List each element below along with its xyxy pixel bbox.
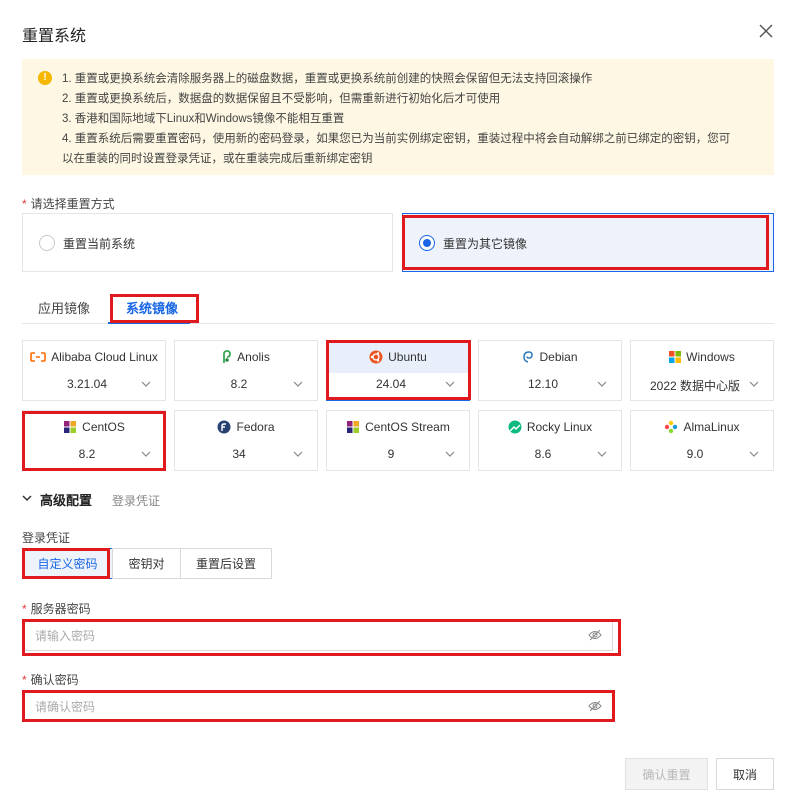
centos-icon — [64, 421, 77, 433]
rocky-linux-icon — [508, 420, 522, 434]
image-name: Windows — [686, 350, 735, 364]
image-name: Debian — [539, 350, 578, 364]
image-name: CentOS Stream — [365, 420, 450, 434]
notice-line: 2. 重置或更换系统后，数据盘的数据保留且不受影响，但需重新进行初始化后才可使用 — [62, 93, 501, 105]
alibaba-cloud-icon — [30, 352, 46, 362]
set-after-reset-button[interactable]: 重置后设置 — [180, 548, 272, 579]
confirm-password-input[interactable] — [22, 691, 613, 722]
radio-unchecked[interactable] — [39, 235, 55, 251]
eye-off-icon[interactable] — [588, 629, 602, 641]
tab-app-image[interactable]: 应用镜像 — [38, 298, 90, 317]
chevron-down-icon[interactable] — [293, 449, 303, 459]
cancel-button[interactable]: 取消 — [716, 758, 774, 790]
notice-line: 1. 重置或更换系统会清除服务器上的磁盘数据，重置或更换系统前创建的快照会保留但… — [62, 73, 593, 85]
tab-system-image[interactable]: 系统镜像 — [126, 298, 178, 317]
debian-icon — [523, 351, 534, 363]
confirm-reset-button[interactable]: 确认重置 — [625, 758, 708, 790]
image-card-fedora[interactable]: Fedora 34 — [174, 410, 318, 471]
dialog-title: 重置系统 — [22, 28, 87, 45]
reset-current-label: 重置当前系统 — [63, 237, 136, 251]
server-password-label: * 服务器密码 — [22, 602, 91, 616]
almalinux-icon — [665, 420, 678, 434]
reset-current-option[interactable]: 重置当前系统 — [22, 213, 393, 272]
reset-other-image-label: 重置为其它镜像 — [443, 237, 528, 251]
image-tabs: 应用镜像 系统镜像 — [22, 293, 774, 324]
anolis-icon — [223, 350, 232, 363]
custom-password-button[interactable]: 自定义密码 — [22, 548, 113, 579]
advanced-config-subtitle: 登录凭证 — [112, 494, 161, 508]
image-card-rocky-linux[interactable]: Rocky Linux 8.6 — [478, 410, 622, 471]
chevron-down-icon[interactable] — [749, 449, 759, 459]
image-card-debian[interactable]: Debian 12.10 — [478, 340, 622, 401]
eye-off-icon[interactable] — [588, 700, 602, 712]
image-card-ubuntu[interactable]: Ubuntu 24.04 — [326, 340, 470, 401]
chevron-down-icon[interactable] — [293, 379, 303, 389]
fedora-icon — [217, 420, 231, 434]
warning-icon: ! — [38, 71, 52, 85]
chevron-down-icon[interactable] — [445, 449, 455, 459]
image-name: Fedora — [236, 420, 275, 434]
centos-stream-icon — [347, 421, 360, 433]
tab-active-indicator — [108, 322, 190, 324]
image-name: Rocky Linux — [526, 420, 593, 434]
reset-other-image-option[interactable]: 重置为其它镜像 — [402, 213, 774, 272]
image-card-centos-stream[interactable]: CentOS Stream 9 — [326, 410, 470, 471]
image-name: AlmaLinux — [683, 420, 740, 434]
image-card-centos[interactable]: CentOS 8.2 — [22, 410, 166, 471]
chevron-down-icon[interactable] — [141, 379, 151, 389]
windows-icon — [669, 351, 682, 363]
advanced-config-title[interactable]: 高级配置 — [40, 490, 92, 509]
image-name: Ubuntu — [388, 350, 427, 364]
chevron-down-icon[interactable] — [445, 379, 455, 389]
reset-mode-label: * 请选择重置方式 — [22, 197, 115, 211]
image-card-alibaba-cloud-linux[interactable]: Alibaba Cloud Linux 3.21.04 — [22, 340, 166, 401]
notice-line: 4. 重置系统后需要重置密码，使用新的密码登录，如果您已为当前实例绑定密钥，重装… — [62, 133, 731, 145]
chevron-down-icon[interactable] — [22, 493, 32, 503]
key-pair-button[interactable]: 密钥对 — [112, 548, 181, 579]
chevron-down-icon[interactable] — [597, 379, 607, 389]
warning-notice: ! 1. 重置或更换系统会清除服务器上的磁盘数据，重置或更换系统前创建的快照会保… — [22, 59, 774, 175]
image-card-anolis[interactable]: Anolis 8.2 — [174, 340, 318, 401]
server-password-input[interactable] — [22, 620, 613, 651]
credential-label: 登录凭证 — [22, 531, 71, 545]
image-name: CentOS — [82, 420, 125, 434]
image-name: Anolis — [237, 350, 270, 364]
chevron-down-icon[interactable] — [141, 449, 151, 459]
notice-line: 以在重装的同时设置登录凭证，或在重装完成后重新绑定密钥 — [62, 153, 373, 165]
image-card-windows[interactable]: Windows 2022 数据中心版 — [630, 340, 774, 401]
chevron-down-icon[interactable] — [597, 449, 607, 459]
notice-line: 3. 香港和国际地域下Linux和Windows镜像不能相互重置 — [62, 113, 345, 125]
image-card-almalinux[interactable]: AlmaLinux 9.0 — [630, 410, 774, 471]
confirm-password-label: * 确认密码 — [22, 673, 79, 687]
ubuntu-icon — [369, 350, 383, 364]
image-name: Alibaba Cloud Linux — [51, 350, 158, 364]
radio-checked[interactable] — [419, 235, 435, 251]
chevron-down-icon[interactable] — [749, 379, 759, 389]
close-icon[interactable] — [755, 20, 777, 42]
